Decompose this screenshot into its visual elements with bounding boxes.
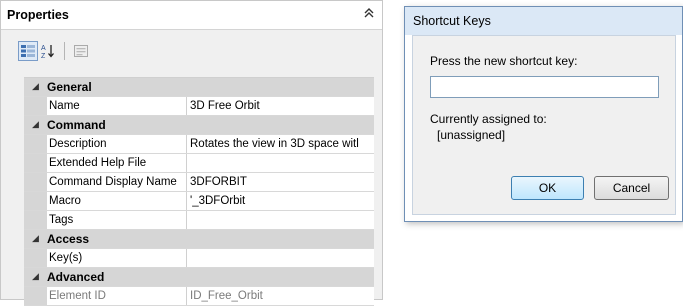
row-gutter <box>24 135 47 153</box>
expand-arrow-icon[interactable]: ◢ <box>32 233 39 244</box>
categorized-view-icon[interactable] <box>18 41 38 61</box>
property-name: Macro <box>47 192 187 210</box>
property-value[interactable] <box>187 154 374 172</box>
toolbar-separator <box>64 42 65 60</box>
category-label: Advanced <box>47 270 105 284</box>
property-grid: ◢ General Name 3D Free Orbit ◢ Command Descrip… <box>24 77 374 306</box>
properties-title: Properties <box>7 8 69 22</box>
row-gutter <box>24 173 47 191</box>
category-gutter: ◢ <box>24 78 47 96</box>
property-row[interactable]: Tags <box>24 211 374 230</box>
category-gutter: ◢ <box>24 116 47 134</box>
dialog-body: Press the new shortcut key: Currently as… <box>412 35 676 215</box>
svg-text:A: A <box>41 45 46 52</box>
expand-arrow-icon[interactable]: ◢ <box>32 119 39 130</box>
property-row[interactable]: Command Display Name 3DFORBIT <box>24 173 374 192</box>
category-label: General <box>47 80 92 94</box>
property-row[interactable]: Extended Help File <box>24 154 374 173</box>
category-row-general[interactable]: ◢ General <box>24 78 374 97</box>
category-gutter: ◢ <box>24 268 47 286</box>
category-row-access[interactable]: ◢ Access <box>24 230 374 249</box>
property-name: Command Display Name <box>47 173 187 191</box>
double-chevron-up-icon[interactable] <box>364 7 374 22</box>
row-gutter <box>24 192 47 210</box>
property-name: Description <box>47 135 187 153</box>
category-gutter: ◢ <box>24 230 47 248</box>
properties-toolbar: A Z <box>18 39 91 63</box>
property-name: Name <box>47 97 187 115</box>
properties-panel: Properties A Z ◢ General Name 3D Free Or… <box>0 0 383 306</box>
property-value[interactable]: 3D Free Orbit <box>187 97 374 115</box>
property-value[interactable]: ID_Free_Orbit <box>187 287 374 305</box>
property-value[interactable] <box>187 249 374 267</box>
property-row[interactable]: Macro '_3DFOrbit <box>24 192 374 211</box>
category-row-command[interactable]: ◢ Command <box>24 116 374 135</box>
category-label: Command <box>47 118 106 132</box>
property-row[interactable]: Element ID ID_Free_Orbit <box>24 287 374 306</box>
row-gutter <box>24 211 47 229</box>
sort-az-icon[interactable]: A Z <box>38 41 58 61</box>
expand-arrow-icon[interactable]: ◢ <box>32 271 39 282</box>
shortcut-prompt-label: Press the new shortcut key: <box>430 54 578 68</box>
svg-text:Z: Z <box>41 53 46 59</box>
shortcut-key-input[interactable] <box>430 76 659 98</box>
property-name: Element ID <box>47 287 187 305</box>
property-row[interactable]: Description Rotates the view in 3D space … <box>24 135 374 154</box>
property-name: Tags <box>47 211 187 229</box>
property-name: Key(s) <box>47 249 187 267</box>
property-value[interactable]: Rotates the view in 3D space witl <box>187 135 374 153</box>
expand-arrow-icon[interactable]: ◢ <box>32 81 39 92</box>
category-label: Access <box>47 232 90 246</box>
assigned-to-label: Currently assigned to: <box>430 112 547 126</box>
dialog-title: Shortcut Keys <box>413 14 491 28</box>
dialog-title-bar: Shortcut Keys <box>405 7 682 35</box>
cancel-button[interactable]: Cancel <box>594 176 669 200</box>
properties-header: Properties <box>1 1 382 30</box>
property-value[interactable] <box>187 211 374 229</box>
property-pages-icon[interactable] <box>71 41 91 61</box>
ok-button[interactable]: OK <box>511 176 584 200</box>
row-gutter <box>24 249 47 267</box>
category-row-advanced[interactable]: ◢ Advanced <box>24 268 374 287</box>
row-gutter <box>24 287 47 305</box>
property-row[interactable]: Key(s) <box>24 249 374 268</box>
row-gutter <box>24 97 47 115</box>
row-gutter <box>24 154 47 172</box>
assigned-to-value: [unassigned] <box>437 128 506 142</box>
shortcut-keys-dialog: Shortcut Keys Press the new shortcut key… <box>404 6 683 222</box>
property-value[interactable]: 3DFORBIT <box>187 173 374 191</box>
property-value[interactable]: '_3DFOrbit <box>187 192 374 210</box>
property-name: Extended Help File <box>47 154 187 172</box>
property-row[interactable]: Name 3D Free Orbit <box>24 97 374 116</box>
